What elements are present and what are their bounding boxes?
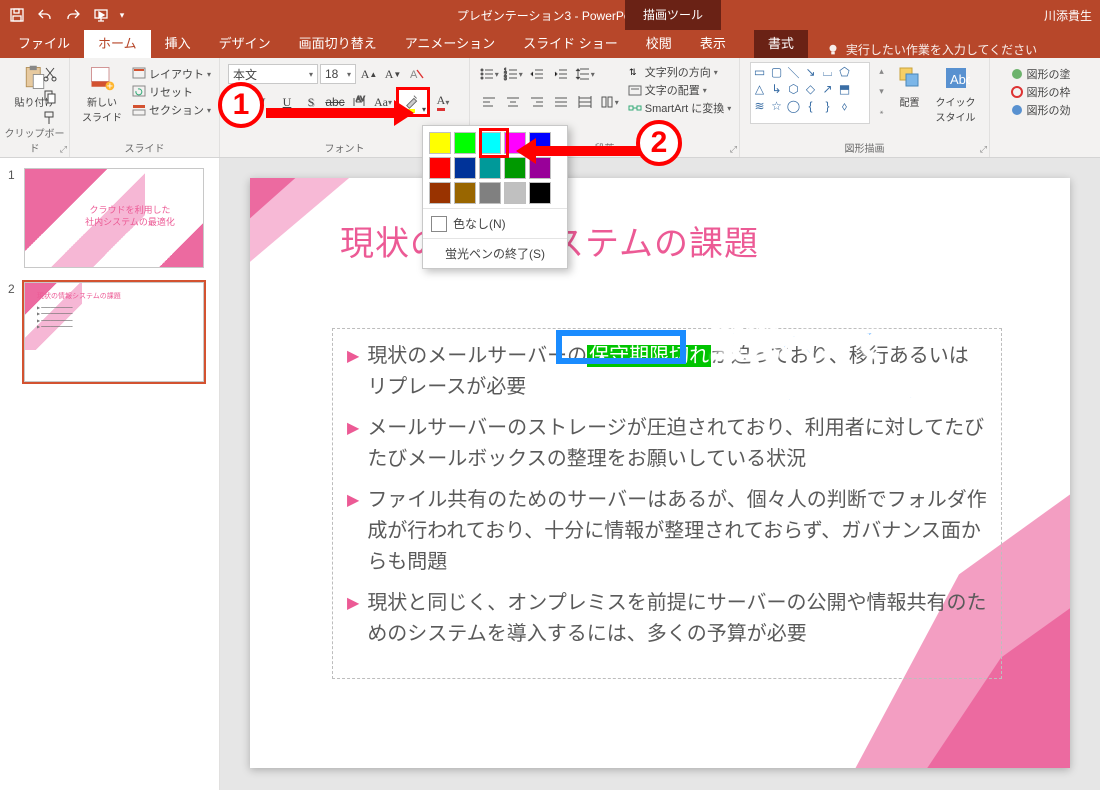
bulb-icon (826, 43, 840, 57)
swatch[interactable] (479, 157, 501, 179)
qat-undo-icon[interactable] (32, 3, 58, 27)
svg-text:3: 3 (504, 76, 507, 82)
clear-formatting-icon[interactable]: A (406, 64, 428, 84)
annotation-text: 蛍光ペンで強調表示された (710, 324, 955, 409)
section-button[interactable]: セクション▾ (132, 102, 211, 118)
group-shape-format: 図形の塗 図形の枠 図形の効 (990, 58, 1090, 157)
clipboard-dialog-launcher[interactable]: ⤢ (60, 144, 67, 155)
quick-access-toolbar: ▾ (4, 3, 128, 27)
swatch[interactable] (454, 157, 476, 179)
annotation-box-color (479, 128, 509, 158)
reset-icon (132, 85, 146, 99)
tab-transitions[interactable]: 画面切り替え (285, 27, 391, 58)
numbering-icon[interactable]: 123▾ (502, 64, 524, 84)
quick-styles-button[interactable]: Abcクイック スタイル (932, 62, 980, 126)
increase-indent-icon[interactable] (550, 64, 572, 84)
tab-format[interactable]: 書式 (754, 27, 808, 58)
copy-icon[interactable] (39, 86, 61, 106)
layout-icon (132, 67, 146, 81)
stop-highlighting-button[interactable]: 蛍光ペンの終了(S) (423, 238, 567, 268)
swatch[interactable] (479, 182, 501, 204)
tab-insert[interactable]: 挿入 (151, 27, 205, 58)
tab-review[interactable]: 校閲 (632, 27, 686, 58)
align-right-icon[interactable] (526, 92, 548, 112)
swatch[interactable] (429, 157, 451, 179)
qat-save-icon[interactable] (4, 3, 30, 27)
group-clipboard: 貼り付け クリップボード ⤢ (0, 58, 70, 157)
increase-font-icon[interactable]: A▲ (358, 64, 380, 84)
swatch[interactable] (454, 182, 476, 204)
cut-icon[interactable] (39, 64, 61, 84)
swatch[interactable] (429, 132, 451, 154)
swatch[interactable] (454, 132, 476, 154)
tab-animations[interactable]: アニメーション (391, 27, 509, 58)
shape-outline-button[interactable]: 図形の枠 (1010, 84, 1071, 100)
swatch[interactable] (529, 182, 551, 204)
decrease-indent-icon[interactable] (526, 64, 548, 84)
tell-me-placeholder: 実行したい作業を入力してください (846, 41, 1037, 58)
tab-design[interactable]: デザイン (205, 27, 285, 58)
svg-text:⇅: ⇅ (629, 67, 637, 77)
arrange-button[interactable]: 配置 (892, 62, 928, 126)
justify-icon[interactable] (550, 92, 572, 112)
slide-canvas[interactable]: 現状の情報システムの課題 ▶現状のメールサーバーの保守期限切れが迫っており、移行… (250, 178, 1070, 768)
user-name[interactable]: 川添貴生 (1044, 7, 1092, 24)
shape-fill-button[interactable]: 図形の塗 (1010, 66, 1071, 82)
shapes-prev[interactable]: ▴ (876, 62, 888, 80)
shapes-next[interactable]: ▾ (876, 82, 888, 100)
shapes-more[interactable]: ꘎ (876, 102, 888, 120)
tell-me-search[interactable]: 実行したい作業を入力してください (826, 41, 1037, 58)
new-slide-button[interactable]: 新しい スライド (78, 62, 126, 126)
thumbnail-slide-2[interactable]: 現状の情報システムの課題 ▶ ━━━━━━━━━━━━━▶ ━━━━━━━━━━… (24, 282, 204, 382)
titlebar: ▾ プレゼンテーション3 - PowerPoint 描画ツール 川添貴生 (0, 0, 1100, 30)
qat-slideshow-start-icon[interactable] (88, 3, 114, 27)
annotation-circle-one: 1 (218, 82, 264, 128)
shape-effects-button[interactable]: 図形の効 (1010, 102, 1071, 118)
decrease-font-icon[interactable]: A▼ (382, 64, 404, 84)
svg-text:Abc: Abc (950, 72, 970, 87)
align-center-icon[interactable] (502, 92, 524, 112)
contextual-tab-group: 描画ツール (625, 0, 721, 30)
qat-customize-icon[interactable]: ▾ (116, 3, 128, 27)
bullets-icon[interactable]: ▾ (478, 64, 500, 84)
line-spacing-icon[interactable]: ▾ (574, 64, 596, 84)
font-size-combo[interactable]: 18▾ (320, 64, 356, 84)
text-direction-button[interactable]: ⇅文字列の方向▾ (628, 64, 731, 80)
thumbnail-slide-1[interactable]: クラウドを利用した 社内システムの最適化 (24, 168, 204, 268)
font-name-combo[interactable]: 本文▾ (228, 64, 318, 84)
tab-file[interactable]: ファイル (4, 27, 84, 58)
group-slides: 新しい スライド レイアウト▾ リセット セクション▾ スライド (70, 58, 220, 157)
align-text-button[interactable]: 文字の配置▾ (628, 82, 731, 98)
align-left-icon[interactable] (478, 92, 500, 112)
new-slide-icon (88, 64, 116, 92)
highlighted-text[interactable]: 保守期限切れ (587, 345, 711, 367)
thumbnail-pane[interactable]: 1 クラウドを利用した 社内システムの最適化 2 現状の情報システムの課題 ▶ … (0, 158, 220, 790)
tab-home[interactable]: ホーム (84, 27, 151, 58)
window-title: プレゼンテーション3 - PowerPoint (0, 7, 1100, 24)
columns-icon[interactable]: ▾ (598, 92, 620, 112)
drawing-dialog-launcher[interactable]: ⤢ (980, 144, 987, 155)
tab-slideshow[interactable]: スライド ショー (509, 27, 632, 58)
annotation-circle-two: 2 (636, 120, 682, 166)
qat-redo-icon[interactable] (60, 3, 86, 27)
shapes-gallery[interactable]: ▭▢＼↘⌴⬠ △↳⬡◇↗⬒ ≋☆◯{}⬨ (750, 62, 870, 124)
slide-editor[interactable]: 現状の情報システムの課題 ▶現状のメールサーバーの保守期限切れが迫っており、移行… (220, 158, 1100, 790)
font-color-icon[interactable]: A▾ (432, 92, 454, 112)
layout-button[interactable]: レイアウト▾ (132, 66, 211, 82)
reset-button[interactable]: リセット (132, 84, 211, 100)
distributed-icon[interactable] (574, 92, 596, 112)
convert-smartart-button[interactable]: SmartArt に変換▾ (628, 100, 731, 116)
no-color-button[interactable]: 色なし(N) (423, 208, 567, 238)
tab-view[interactable]: 表示 (686, 27, 740, 58)
paragraph-dialog-launcher[interactable]: ⤢ (730, 144, 737, 155)
swatch[interactable] (504, 182, 526, 204)
section-icon (132, 103, 146, 117)
swatch[interactable] (429, 182, 451, 204)
ribbon-tabs: ファイル ホーム 挿入 デザイン 画面切り替え アニメーション スライド ショー… (0, 30, 1100, 58)
group-drawing: ▭▢＼↘⌴⬠ △↳⬡◇↗⬒ ≋☆◯{}⬨ ▴ ▾ ꘎ 配置 Abcクイック スタイル… (740, 58, 990, 157)
